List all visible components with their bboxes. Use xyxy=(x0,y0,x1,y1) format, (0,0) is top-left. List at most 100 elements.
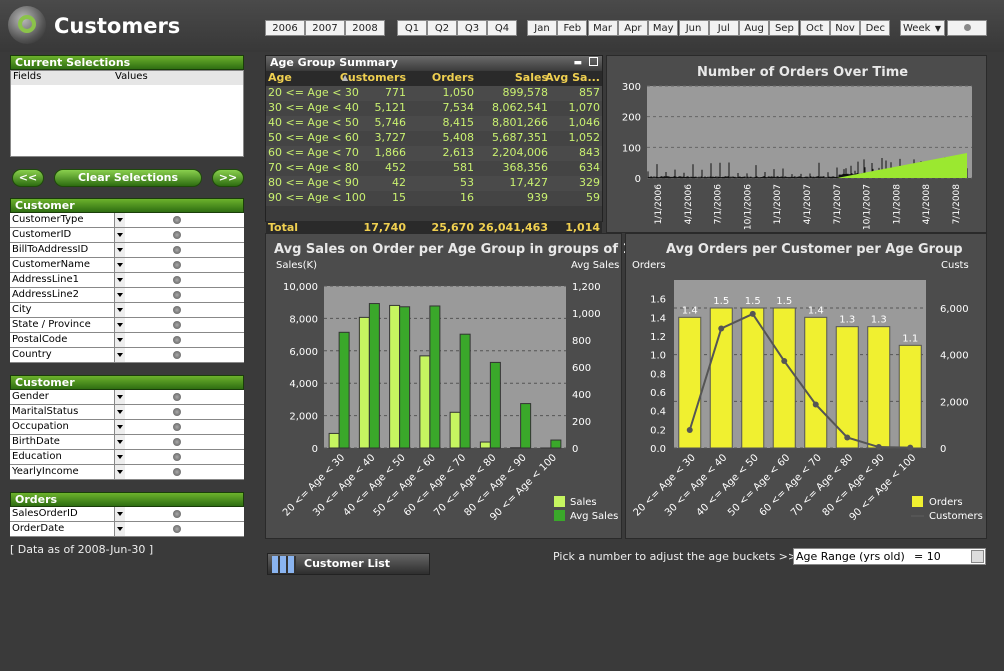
chevron-down-icon[interactable] xyxy=(114,435,125,449)
filter-quarters-button[interactable]: Q1 xyxy=(397,20,427,36)
filter-quarters-button[interactable]: Q4 xyxy=(487,20,517,36)
listbox-field-row[interactable]: PostalCode xyxy=(10,333,244,348)
filter-months-button[interactable]: Jun xyxy=(679,20,709,36)
chevron-down-icon[interactable] xyxy=(114,465,125,479)
chevron-down-icon[interactable] xyxy=(114,333,125,347)
sort-ascending-icon[interactable]: ▲ xyxy=(342,73,348,82)
filter-months-button[interactable]: Aug xyxy=(739,20,769,36)
chevron-down-icon[interactable] xyxy=(114,303,125,317)
clear-field-icon[interactable] xyxy=(173,276,181,284)
back-button[interactable]: << xyxy=(12,169,44,187)
chevron-down-icon[interactable] xyxy=(114,258,125,272)
listbox-field-row[interactable]: State / Province xyxy=(10,318,244,333)
age-range-value: = 10 xyxy=(914,550,941,563)
filter-months-button[interactable]: Dec xyxy=(860,20,890,36)
listbox-field-row[interactable]: Occupation xyxy=(10,420,244,435)
orders-data-label: 1.4 xyxy=(808,305,824,316)
filter-months-button[interactable]: Jan xyxy=(527,20,557,36)
listbox-field-row[interactable]: Gender xyxy=(10,390,244,405)
clear-field-icon[interactable] xyxy=(173,246,181,254)
clear-field-icon[interactable] xyxy=(173,525,181,533)
clear-field-icon[interactable] xyxy=(173,453,181,461)
clear-field-icon[interactable] xyxy=(173,261,181,269)
clear-selections-button[interactable]: Clear Selections xyxy=(54,169,202,187)
clear-field-icon[interactable] xyxy=(173,468,181,476)
table-cell: Avg Sa... xyxy=(545,71,600,84)
listbox-field-name: Education xyxy=(12,450,62,464)
current-selections-box: Fields Values xyxy=(10,70,244,157)
listbox-field-row[interactable]: MaritalStatus xyxy=(10,405,244,420)
filter-months-button[interactable]: Feb xyxy=(557,20,587,36)
orders-bar xyxy=(868,327,890,448)
clear-field-icon[interactable] xyxy=(173,408,181,416)
filter-quarters-button[interactable]: Q2 xyxy=(427,20,457,36)
filter-months-button[interactable]: Jul xyxy=(709,20,739,36)
filter-months-button[interactable]: Apr xyxy=(618,20,648,36)
chevron-down-icon[interactable] xyxy=(114,288,125,302)
listbox-field-row[interactable]: SalesOrderID xyxy=(10,507,244,522)
chevron-down-icon[interactable] xyxy=(114,522,125,536)
filter-months-button[interactable]: Mar xyxy=(588,20,618,36)
period-clear-button[interactable] xyxy=(947,20,987,36)
listbox-field-row[interactable]: YearlyIncome xyxy=(10,465,244,480)
chevron-down-icon[interactable] xyxy=(114,228,125,242)
listbox-field-row[interactable]: BirthDate xyxy=(10,435,244,450)
clear-field-icon[interactable] xyxy=(173,393,181,401)
chevron-down-icon[interactable] xyxy=(114,450,125,464)
chevron-down-icon[interactable] xyxy=(114,507,125,521)
orders-data-label: 1.3 xyxy=(871,315,887,326)
listbox-field-row[interactable]: Education xyxy=(10,450,244,465)
forward-button[interactable]: >> xyxy=(212,169,244,187)
chevron-down-icon[interactable] xyxy=(114,273,125,287)
clear-field-icon[interactable] xyxy=(173,423,181,431)
y-left-tick-label: 0.8 xyxy=(650,369,666,380)
clear-field-icon[interactable] xyxy=(173,336,181,344)
chevron-down-icon[interactable] xyxy=(114,390,125,404)
minimize-icon[interactable]: ▬ xyxy=(573,57,582,70)
listbox-field-row[interactable]: CustomerType xyxy=(10,213,244,228)
orders-over-time-chart: Number of Orders Over Time 300 200 100 0 1/1… xyxy=(606,55,987,233)
age-bucket-prompt: Pick a number to adjust the age buckets … xyxy=(553,550,797,563)
clear-field-icon[interactable] xyxy=(173,438,181,446)
orders-bar xyxy=(805,317,827,448)
listbox-field-row[interactable]: OrderDate xyxy=(10,522,244,537)
listbox-field-name: CustomerID xyxy=(12,228,71,242)
chevron-down-icon[interactable] xyxy=(114,405,125,419)
listbox-field-row[interactable]: AddressLine2 xyxy=(10,288,244,303)
customer-list-button[interactable]: Customer List xyxy=(267,553,430,575)
maximize-icon[interactable] xyxy=(589,57,598,66)
clear-field-icon[interactable] xyxy=(173,231,181,239)
age-range-input[interactable]: Age Range (yrs old) = 10 xyxy=(793,548,986,565)
spin-icon[interactable] xyxy=(971,550,984,563)
filter-months-button[interactable]: Sep xyxy=(769,20,799,36)
listbox-field-row[interactable]: Country xyxy=(10,348,244,363)
chevron-down-icon[interactable] xyxy=(114,348,125,362)
clear-field-icon[interactable] xyxy=(173,351,181,359)
period-select[interactable]: Week ▼ xyxy=(900,20,945,36)
y-right-tick-label: 400 xyxy=(572,390,591,401)
filter-years-button[interactable]: 2006 xyxy=(265,20,305,36)
clear-field-icon[interactable] xyxy=(173,321,181,329)
chevron-down-icon[interactable] xyxy=(114,318,125,332)
filter-months-button[interactable]: May xyxy=(648,20,678,36)
y-right-tick-label: 0 xyxy=(940,444,946,455)
listbox-field-row[interactable]: CustomerName xyxy=(10,258,244,273)
clear-field-icon[interactable] xyxy=(173,510,181,518)
filter-years-button[interactable]: 2008 xyxy=(345,20,385,36)
clear-field-icon[interactable] xyxy=(173,291,181,299)
listbox-field-row[interactable]: BillToAddressID xyxy=(10,243,244,258)
chevron-down-icon[interactable] xyxy=(114,213,125,227)
listbox-field-row[interactable]: City xyxy=(10,303,244,318)
filter-months-button[interactable]: Nov xyxy=(830,20,860,36)
filter-years-button[interactable]: 2007 xyxy=(305,20,345,36)
chevron-down-icon[interactable] xyxy=(114,420,125,434)
chevron-down-icon[interactable] xyxy=(114,243,125,257)
filter-months-button[interactable]: Oct xyxy=(800,20,830,36)
clear-field-icon[interactable] xyxy=(173,216,181,224)
listbox-field-row[interactable]: AddressLine1 xyxy=(10,273,244,288)
avg-sales-svg: 10,0008,0006,0004,0002,00001,2001,000800… xyxy=(266,234,623,540)
table-cell: Orders xyxy=(432,71,474,84)
clear-field-icon[interactable] xyxy=(173,306,181,314)
filter-quarters-button[interactable]: Q3 xyxy=(457,20,487,36)
listbox-field-row[interactable]: CustomerID xyxy=(10,228,244,243)
